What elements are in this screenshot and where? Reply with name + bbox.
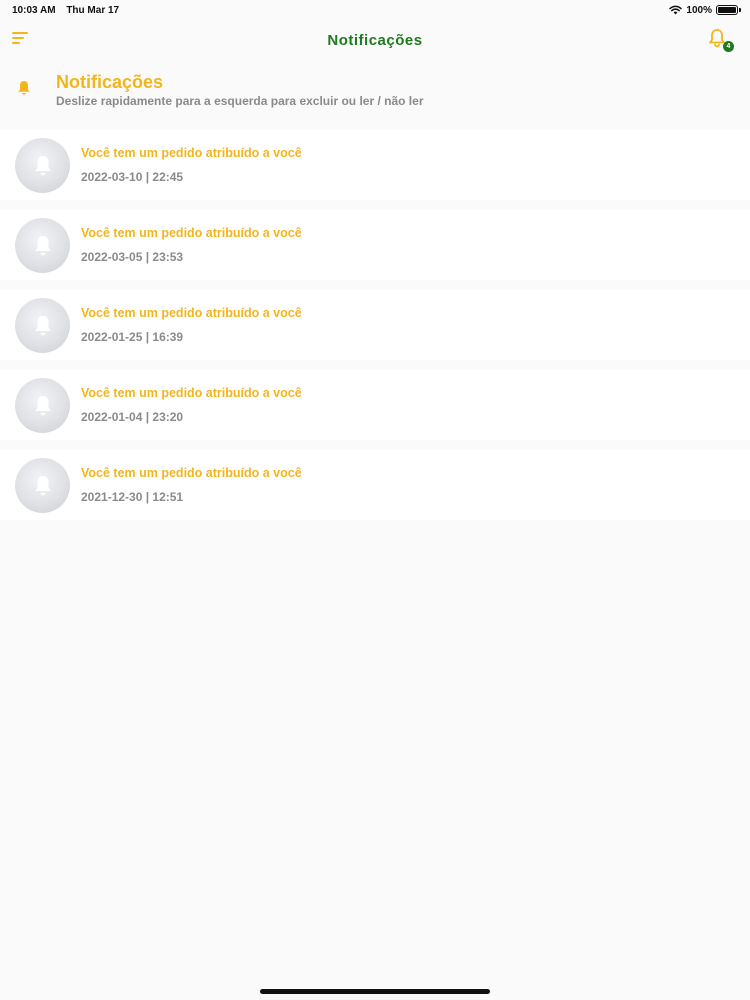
status-bar: 10:03 AM Thu Mar 17 100% <box>0 0 750 20</box>
bell-icon <box>34 475 51 495</box>
battery-fill <box>718 7 736 13</box>
notification-item[interactable]: Você tem um pedido atribuído a você 2021… <box>0 450 750 520</box>
notification-item[interactable]: Você tem um pedido atribuído a você 2022… <box>0 370 750 440</box>
notification-message: Você tem um pedido atribuído a você <box>81 386 302 400</box>
notification-item[interactable]: Você tem um pedido atribuído a você 2022… <box>0 290 750 360</box>
notification-date: 2021-12-30 | 12:51 <box>81 490 184 504</box>
notification-message: Você tem um pedido atribuído a você <box>81 226 302 240</box>
notification-avatar <box>15 138 70 193</box>
notification-date: 2022-03-10 | 22:45 <box>81 170 184 184</box>
notification-message: Você tem um pedido atribuído a você <box>81 306 302 320</box>
notification-list: Você tem um pedido atribuído a você 2022… <box>0 130 750 530</box>
status-date: Thu Mar 17 <box>66 4 120 16</box>
bell-icon <box>34 235 51 255</box>
bell-icon <box>34 395 51 415</box>
notification-avatar <box>15 218 70 273</box>
battery-percent: 100% <box>686 4 712 16</box>
notification-date: 2022-01-25 | 16:39 <box>81 330 184 344</box>
notification-avatar <box>15 298 70 353</box>
notifications-bell-button[interactable]: 4 <box>708 28 734 52</box>
wifi-icon <box>669 5 683 15</box>
notifications-header: Notificações Deslize rapidamente para a … <box>0 70 750 114</box>
section-subtitle: Deslize rapidamente para a esquerda para… <box>56 94 424 108</box>
battery-icon <box>716 5 741 15</box>
bell-icon <box>34 315 51 335</box>
bell-icon <box>34 155 51 175</box>
notification-avatar <box>15 458 70 513</box>
section-title: Notificações <box>56 72 164 92</box>
notification-item[interactable]: Você tem um pedido atribuído a você 2022… <box>0 130 750 200</box>
bell-icon <box>18 81 30 95</box>
sort-menu-icon[interactable] <box>12 32 30 46</box>
notification-date: 2022-03-05 | 23:53 <box>81 250 184 264</box>
notification-date: 2022-01-04 | 23:20 <box>81 410 184 424</box>
notification-item[interactable]: Você tem um pedido atribuído a você 2022… <box>0 210 750 280</box>
notification-count-badge: 4 <box>723 41 734 52</box>
status-time: 10:03 AM <box>12 4 56 16</box>
notification-avatar <box>15 378 70 433</box>
home-indicator[interactable] <box>260 989 490 994</box>
notification-message: Você tem um pedido atribuído a você <box>81 466 302 480</box>
nav-bar: Notificações 4 <box>0 22 750 58</box>
status-right: 100% <box>669 4 741 16</box>
status-left: 10:03 AM Thu Mar 17 <box>12 5 127 16</box>
notification-message: Você tem um pedido atribuído a você <box>81 146 302 160</box>
nav-title: Notificações <box>327 31 423 49</box>
